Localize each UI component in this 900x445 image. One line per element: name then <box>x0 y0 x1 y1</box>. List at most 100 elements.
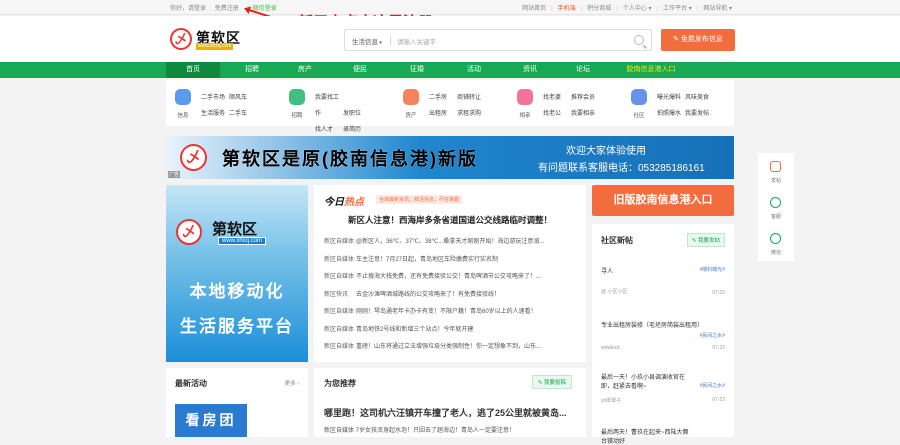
category-icon[interactable] <box>175 89 191 105</box>
category-link[interactable]: 出租房 <box>429 106 457 122</box>
main-nav: 首页 招聘 房产 便民 征婚 活动 资讯 论坛 胶南信息港入口 <box>0 62 900 78</box>
post-tag[interactable]: #民间之水# <box>699 332 725 339</box>
post-title: 专业出租房装修（毛坯房简装出租用） <box>601 323 704 329</box>
header: 乄 第软区 www.xhxq.com 生活信息 请输入关键字 ✎ 免费发布信息 <box>0 16 900 62</box>
recommend-headline[interactable]: 哪里跑！这司机六汪镇开车撞了老人，逃了25公里就被黄岛... <box>324 406 567 419</box>
category-link[interactable]: 我要找工作 <box>315 90 343 122</box>
category-link[interactable]: 顺风车 <box>229 90 265 106</box>
news-row[interactable]: 新区自媒体 @新区人，36℃、37℃、38℃...桑拿天才刚刚开始！海边游玩注意溺… <box>324 236 579 245</box>
ad-tag: 广告 <box>168 171 181 178</box>
top-link[interactable]: 积分商城 <box>587 6 611 12</box>
category-group: 相亲 找老婆 推荐会员找老公 我要相亲 <box>517 86 622 122</box>
latest-image[interactable]: 看房团 <box>175 404 247 437</box>
search-icon[interactable] <box>634 35 644 45</box>
post-title: 最后两天！曹玖在起来~西陆大舞台镁动好 <box>601 430 689 445</box>
nav-item[interactable]: 房产 <box>283 62 327 78</box>
category-link[interactable]: 找老婆 <box>543 90 571 106</box>
login-link[interactable]: 你好，请登录 <box>170 6 206 12</box>
search-input[interactable]: 请输入关键字 <box>397 36 436 46</box>
old-entry-button[interactable]: 旧版胶南信息港入口 <box>592 185 734 216</box>
community-title: 社区新帖 <box>601 236 633 245</box>
post-tag[interactable]: #民间之水# <box>699 382 725 389</box>
free-publish-button[interactable]: ✎ 免费发布信息 <box>661 29 735 51</box>
site-logo[interactable]: 乄 第软区 www.xhxq.com <box>170 28 254 50</box>
category-link[interactable]: 生活服务 <box>201 106 229 122</box>
category-link[interactable]: 二手房 <box>429 90 457 106</box>
category-link[interactable]: 二手市场 <box>201 90 229 106</box>
news-source: 新区自媒体 <box>324 326 355 333</box>
search-divider <box>390 35 391 46</box>
top-link[interactable]: 工作平台 ▾ <box>663 6 692 12</box>
category-icon[interactable] <box>631 89 647 105</box>
side-wechat[interactable]: 微信 <box>758 225 794 261</box>
latest-more-link[interactable]: 更多 › <box>285 379 299 387</box>
search-box: 生活信息 请输入关键字 <box>344 29 652 51</box>
community-post[interactable]: 寻人 #曝料曝光# <box>601 266 725 275</box>
category-label: 相亲 <box>519 113 531 119</box>
category-links: 找老婆 推荐会员找老公 我要相亲 <box>543 90 613 122</box>
banner-line2: 有问题联系客服电话：053285186161 <box>538 163 705 174</box>
category-label: 招聘 <box>291 113 303 119</box>
nav-item[interactable]: 论坛 <box>563 62 603 78</box>
post-user: @ 小区小区 <box>601 289 628 295</box>
banner-line1: 欢迎大家体验使用 <box>566 146 646 157</box>
nav-item[interactable]: 征婚 <box>395 62 439 78</box>
top-bar: 你好，请登录 免费注册 ● 微信登录 网站首页|手机端|积分商城|个人中心 ▾|… <box>0 0 900 15</box>
register-link[interactable]: 免费注册 <box>215 6 239 12</box>
category-link[interactable]: 拍照爆水 <box>657 106 685 122</box>
hot-news-headline[interactable]: 新区人注意！西海岸多条省道国道公交线路临时调整！ <box>314 214 586 226</box>
category-link[interactable]: 曝光爆料 <box>657 90 685 106</box>
category-link[interactable]: 找老公 <box>543 106 571 122</box>
category-icon[interactable] <box>289 89 305 105</box>
news-row[interactable]: 新区自媒体 车主注意！7月27日起，青岛地区车险缴费实行实名制 <box>324 254 579 263</box>
category-link[interactable]: 推荐会员 <box>571 90 607 106</box>
category-link[interactable]: 求租求购 <box>457 106 493 122</box>
latest-title: 最新活动 <box>175 379 207 388</box>
category-link[interactable]: 商铺转让 <box>457 90 493 106</box>
category-link[interactable]: 风味美食 <box>685 90 721 106</box>
submit-article-button[interactable]: ✎ 我要投稿 <box>531 375 572 389</box>
nav-item[interactable]: 资讯 <box>508 62 552 78</box>
news-row[interactable]: 新区自媒体 重磅！山东将通过立法增强垃圾分类强制性！你一定想象不到，山东... <box>324 341 579 350</box>
news-source: 新区自媒体 <box>324 256 355 263</box>
news-row[interactable]: 新区自媒体 刚刚！琴岛通老年卡办卡有变！不限户籍！青岛60岁以上的人速看！ <box>324 306 579 315</box>
category-group: 房产 二手房 商铺转让出租房 求租求购 <box>403 86 508 122</box>
banner-logo-mark: 乄 <box>180 144 207 171</box>
nav-item[interactable]: 活动 <box>452 62 496 78</box>
top-link[interactable]: 个人中心 ▾ <box>623 6 652 12</box>
news-title: 不止搜海大栈免费，还有免费接驳公交！青岛啤酒节公交攻略来了！... <box>356 274 542 280</box>
news-source: 新区自媒体 <box>324 309 355 315</box>
hot-news-heading: 今日热点 <box>324 197 364 208</box>
ad-banner[interactable]: 乄 第软区是原(胶南信息港)新版 欢迎大家体验使用 有问题联系客服电话：0532… <box>166 136 734 179</box>
community-post[interactable]: 专业出租房装修（毛坯房简装出租用） #民间之水# wowlock 07-22 <box>601 320 725 351</box>
top-link[interactable]: 手机端 <box>558 6 576 12</box>
news-row[interactable]: 新区快讯 去金沙滩啤酒城路线的公交攻略来了！有免费接驳线！ <box>324 289 579 298</box>
category-link[interactable]: 发职位 <box>343 106 379 122</box>
nav-item[interactable]: 便民 <box>337 62 383 78</box>
post-tag[interactable]: #曝料曝光# <box>699 266 725 273</box>
category-icon[interactable] <box>403 89 419 105</box>
side-service[interactable]: 客服 <box>758 189 794 225</box>
post-button[interactable]: ✎ 我要发帖 <box>686 233 725 247</box>
news-row[interactable]: 新区自媒体 青岛地铁2号线和新增三个站点！今年就开建 <box>324 324 579 333</box>
recommend-title: 为您推荐 <box>324 379 356 388</box>
category-icon[interactable] <box>517 89 533 105</box>
category-link[interactable]: 我要发帖 <box>685 106 721 122</box>
top-separator: | <box>580 6 583 12</box>
promo-image[interactable]: 乄 第软区 www.xhxq.com 本地移动化 生活服务平台 <box>166 185 308 362</box>
recommend-snippet[interactable]: 新区自媒体 7岁女孩浑身起水泡！只因去了趟海边！青岛人一定要注意！ <box>324 425 515 434</box>
hot-news-tags: 全城最新资讯，鲜活信息，尽在掌握 <box>376 195 463 204</box>
nav-item[interactable]: 首页 <box>166 62 220 78</box>
promo-line1: 本地移动化 <box>189 282 285 301</box>
news-row[interactable]: 新区自媒体 不止搜海大栈免费，还有免费接驳公交！青岛啤酒节公交攻略来了！... <box>324 271 579 280</box>
category-link[interactable]: 我要相亲 <box>571 106 607 122</box>
top-link[interactable]: 网站首页 <box>522 6 546 12</box>
category-group: 信息 二手市场 顺风车生活服务 二手车 <box>175 86 280 122</box>
top-link[interactable]: 网站导航 ▾ <box>703 6 732 12</box>
community-post[interactable]: 最后两天！曹玖在起来~西陆大舞台镁动好 <box>601 427 725 445</box>
community-post[interactable]: 最后一天！小玖小县调演收官在即，赶紧去看啊~ #民间之水# yd翠翠子 07-22 <box>601 372 725 404</box>
nav-item[interactable]: 招聘 <box>230 62 274 78</box>
nav-item[interactable]: 胶南信息港入口 <box>611 62 691 78</box>
category-link[interactable]: 二手车 <box>229 106 265 122</box>
side-post[interactable]: 发帖 <box>758 153 794 189</box>
